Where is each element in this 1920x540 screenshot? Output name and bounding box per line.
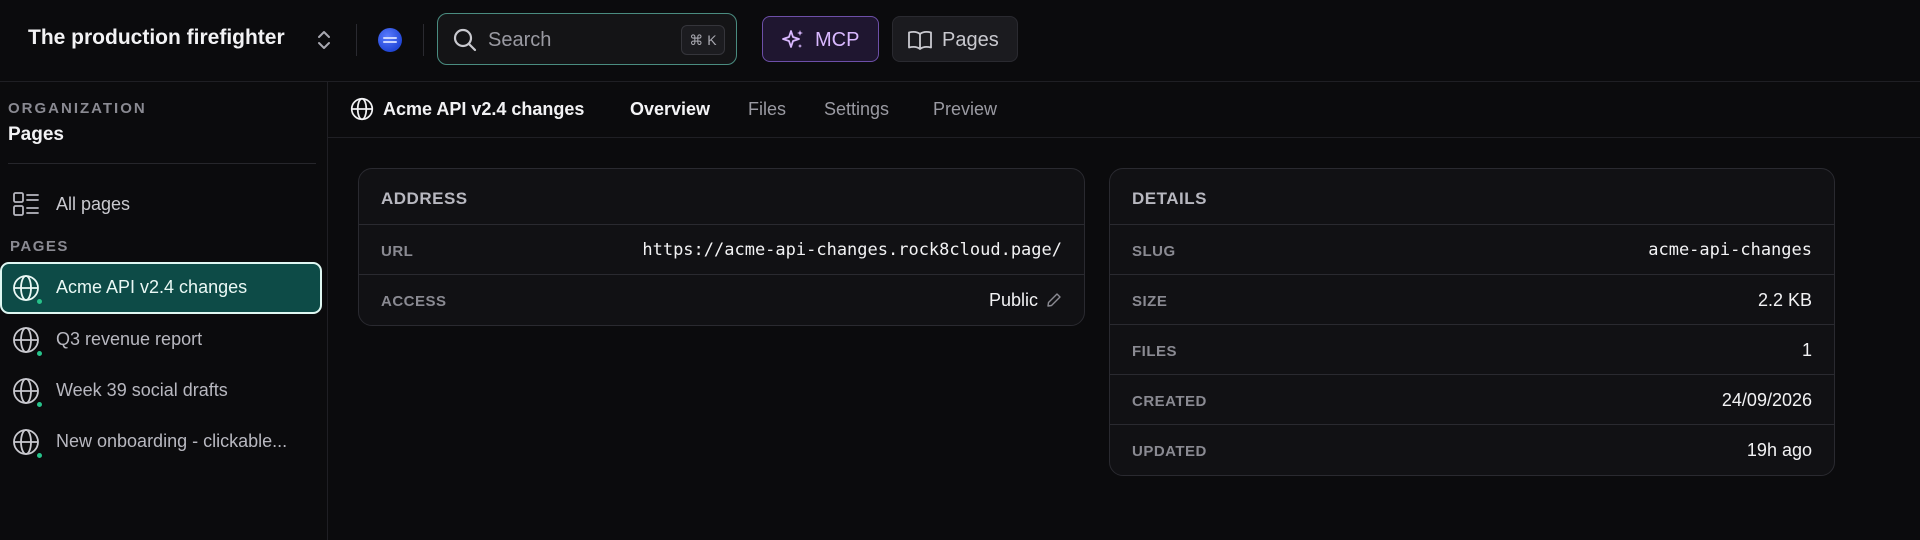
workspace-avatar-icon[interactable] <box>378 28 402 52</box>
search-icon <box>453 28 477 52</box>
card-title: DETAILS <box>1110 169 1834 225</box>
sidebar-item-page[interactable]: Week 39 social drafts <box>0 365 322 417</box>
row-value: 1 <box>1801 340 1812 360</box>
row-value: 24/09/2026 <box>1721 390 1812 410</box>
sidebar-item-label: Week 39 social drafts <box>56 380 228 400</box>
sidebar-item-page[interactable]: Q3 revenue report <box>0 314 322 366</box>
address-card: ADDRESS URL https://acme-api-changes.roc… <box>358 168 1085 326</box>
divider <box>8 163 316 164</box>
status-dot <box>36 401 43 408</box>
tab-preview[interactable]: Preview <box>933 99 997 120</box>
sidebar-item-label: Q3 revenue report <box>56 329 203 349</box>
globe-icon <box>13 429 39 455</box>
row-key: URL <box>381 243 414 260</box>
search-box[interactable]: Search ⌘ K <box>437 13 737 65</box>
globe-icon <box>350 97 374 121</box>
globe-icon <box>13 327 39 353</box>
mcp-button[interactable]: MCP <box>762 16 879 62</box>
chevron-up-down-icon[interactable] <box>314 28 334 52</box>
sidebar-item-label: All pages <box>56 194 131 214</box>
globe-icon <box>13 275 39 301</box>
pages-label: Pages <box>942 29 999 51</box>
top-bar: The production firefighter Search ⌘ K MC… <box>0 0 1920 82</box>
row-key: CREATED <box>1132 393 1207 410</box>
row-key: FILES <box>1132 343 1178 360</box>
address-row-access: ACCESS Public <box>359 275 1084 325</box>
sidebar: ORGANIZATION Pages All pages PAGES Acme … <box>0 82 328 540</box>
sparkles-icon <box>782 30 803 48</box>
divider <box>356 24 357 56</box>
details-row-created: CREATED 24/09/2026 <box>1110 375 1834 425</box>
sidebar-item-all-pages[interactable]: All pages <box>0 182 320 226</box>
sidebar-item-label: New onboarding - clickable... <box>56 431 288 451</box>
tab-settings[interactable]: Settings <box>824 99 889 120</box>
row-key: SIZE <box>1132 293 1168 310</box>
tab-overview[interactable]: Overview <box>630 99 710 120</box>
details-row-files: FILES 1 <box>1110 325 1834 375</box>
tab-files[interactable]: Files <box>748 99 786 120</box>
status-dot <box>36 350 43 357</box>
sidebar-eyebrow: ORGANIZATION <box>8 100 147 117</box>
row-key: UPDATED <box>1132 443 1207 460</box>
list-layout-icon <box>13 192 39 216</box>
sidebar-item-page[interactable]: Acme API v2.4 changes <box>0 262 322 314</box>
url-value-link[interactable]: https://acme-api-changes.rock8cloud.page… <box>642 240 1062 260</box>
details-row-updated: UPDATED 19h ago <box>1110 425 1834 475</box>
status-dot <box>36 452 43 459</box>
search-placeholder: Search <box>488 29 552 51</box>
status-dot <box>36 298 43 305</box>
card-title: ADDRESS <box>359 169 1084 225</box>
page-subnav: Acme API v2.4 changes Overview Files Set… <box>328 82 1920 138</box>
search-shortcut-badge: ⌘ K <box>681 25 725 55</box>
org-switcher-name[interactable]: The production firefighter <box>28 26 285 50</box>
sidebar-item-page[interactable]: New onboarding - clickable... <box>0 416 322 468</box>
row-key: ACCESS <box>381 293 447 310</box>
pencil-icon[interactable] <box>1046 292 1062 308</box>
mcp-label: MCP <box>815 29 860 51</box>
book-open-icon <box>908 30 932 50</box>
sidebar-item-label: Acme API v2.4 changes <box>56 277 248 297</box>
details-card: DETAILS SLUG acme-api-changes SIZE 2.2 K… <box>1109 168 1835 476</box>
address-row-url: URL https://acme-api-changes.rock8cloud.… <box>359 225 1084 275</box>
details-row-slug: SLUG acme-api-changes <box>1110 225 1834 275</box>
globe-icon <box>13 378 39 404</box>
row-value: acme-api-changes <box>1648 240 1812 260</box>
row-value: 2.2 KB <box>1757 290 1812 310</box>
details-row-size: SIZE 2.2 KB <box>1110 275 1834 325</box>
row-key: SLUG <box>1132 243 1176 260</box>
page-title: Acme API v2.4 changes <box>383 99 585 119</box>
row-value: 19h ago <box>1746 440 1812 460</box>
pages-button[interactable]: Pages <box>892 16 1018 62</box>
access-value[interactable]: Public <box>989 290 1062 311</box>
divider <box>423 24 424 56</box>
sidebar-section-label: PAGES <box>10 238 69 255</box>
sidebar-title: Pages <box>8 124 64 145</box>
access-label: Public <box>988 290 1038 310</box>
